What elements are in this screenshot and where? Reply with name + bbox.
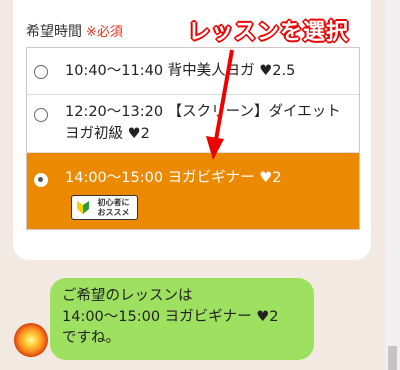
required-marker: ※必須 xyxy=(86,25,123,40)
radio-button[interactable] xyxy=(34,108,48,122)
scrollbar[interactable] xyxy=(385,0,400,370)
badge-text: 初心者に おススメ xyxy=(92,198,135,218)
lesson-option-label: 10:40〜11:40 背中美人ヨガ ♥2.5 xyxy=(65,63,296,79)
radio-button-selected[interactable] xyxy=(34,173,48,187)
radio-button[interactable] xyxy=(34,65,48,79)
field-label-text: 希望時間 xyxy=(26,24,82,40)
lesson-option-2[interactable]: 12:20〜13:20 【スクリーン】ダイエットヨガ初級 ♥2 xyxy=(27,95,359,153)
lesson-option-label: 12:20〜13:20 【スクリーン】ダイエットヨガ初級 ♥2 xyxy=(65,104,341,142)
badge-line-1: 初心者に xyxy=(97,198,130,207)
lesson-option-1[interactable]: 10:40〜11:40 背中美人ヨガ ♥2.5 xyxy=(27,48,359,95)
assistant-avatar xyxy=(14,323,48,357)
chat-line-3: ですね。 xyxy=(62,330,120,346)
chat-line-2: 14:00〜15:00 ヨガビギナー ♥2 xyxy=(62,309,279,325)
lesson-option-3-selected[interactable]: 14:00〜15:00 ヨガビギナー ♥2 初心者に おススメ xyxy=(27,153,359,229)
scrollbar-thumb[interactable] xyxy=(388,346,397,370)
lesson-option-label: 14:00〜15:00 ヨガビギナー ♥2 xyxy=(65,170,282,186)
beginner-recommended-badge: 初心者に おススメ xyxy=(71,195,138,220)
select-lesson-annotation: レッスンを選択 xyxy=(188,20,350,45)
chat-line-1: ご希望のレッスンは xyxy=(62,288,193,304)
field-label: 希望時間 ※必須 xyxy=(26,21,123,41)
beginner-leaf-icon xyxy=(77,201,89,214)
chat-bubble: ご希望のレッスンは 14:00〜15:00 ヨガビギナー ♥2 ですね。 xyxy=(50,278,314,360)
badge-line-2: おススメ xyxy=(97,208,130,217)
lesson-options: 10:40〜11:40 背中美人ヨガ ♥2.5 12:20〜13:20 【スクリ… xyxy=(26,47,360,230)
